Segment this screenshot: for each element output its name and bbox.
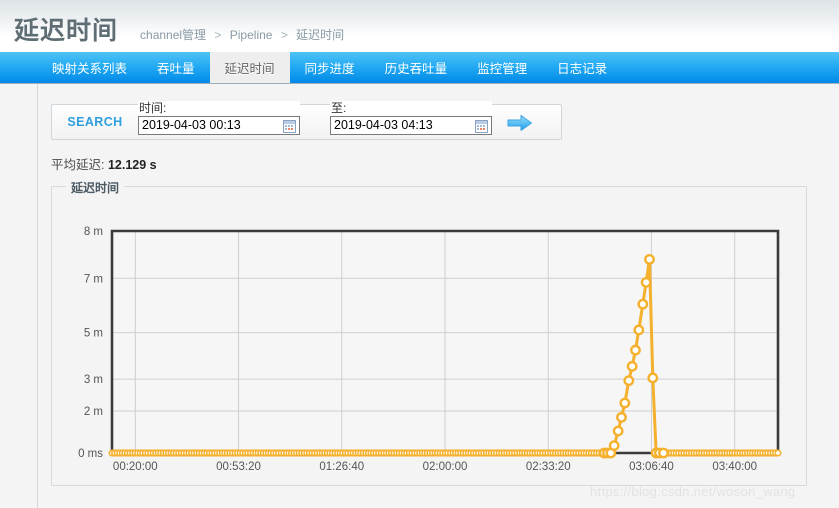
x-axis-tick-label: 02:00:00 — [423, 461, 468, 473]
arrow-right-icon[interactable] — [506, 113, 534, 133]
y-axis-tick-label: 8 m — [84, 226, 103, 238]
breadcrumb-item-2: 延迟时间 — [296, 28, 345, 42]
y-axis-tick-label: 7 m — [84, 273, 103, 285]
x-axis-tick-label: 03:40:00 — [712, 461, 757, 473]
y-axis-tick-label: 5 m — [84, 328, 103, 340]
breadcrumb-separator: > — [280, 28, 288, 42]
from-date-field-group: 时间: 2019-04-03 00:13 — [138, 101, 300, 135]
x-axis-tick-label: 03:06:40 — [629, 461, 674, 473]
watermark: https://blog.csdn.net/woson_wang — [590, 484, 796, 499]
y-axis-tick-label: 3 m — [84, 374, 103, 386]
page-root: 延迟时间 channel管理 > Pipeline > 延迟时间 映射关系列表 … — [0, 0, 839, 508]
average-delay-value: 12.129 s — [107, 158, 157, 172]
content-panel: SEARCH 时间: 2019-04-03 00:13 至: 2019-04-0… — [37, 84, 839, 508]
page-header: 延迟时间 channel管理 > Pipeline > 延迟时间 — [0, 0, 839, 52]
average-delay: 平均延迟: 12.129 s — [51, 154, 157, 173]
breadcrumb-item-1[interactable]: Pipeline — [230, 28, 273, 42]
to-date-value: 2019-04-03 04:13 — [334, 118, 433, 132]
y-axis-tick-label: 2 m — [84, 406, 103, 418]
title-row: 延迟时间 channel管理 > Pipeline > 延迟时间 — [14, 11, 344, 47]
from-date-label: 时间: — [138, 101, 300, 115]
to-date-label: 至: — [330, 101, 492, 115]
to-date-field-group: 至: 2019-04-03 04:13 — [330, 101, 492, 135]
to-date-input[interactable]: 2019-04-03 04:13 — [330, 116, 492, 135]
breadcrumb: channel管理 > Pipeline > 延迟时间 — [140, 26, 344, 43]
tab-history-throughput[interactable]: 历史吞吐量 — [370, 52, 463, 83]
y-axis-tick-label: 0 ms — [78, 448, 103, 460]
average-delay-label: 平均延迟: — [51, 158, 105, 172]
page-title: 延迟时间 — [14, 17, 119, 45]
tab-monitor-management[interactable]: 监控管理 — [462, 52, 542, 83]
chart-panel: 延迟时间 0 ms 2 m3 m5 m7 m8 m 00:20:00 00:53:20… — [51, 179, 808, 487]
tab-bar: 映射关系列表 吞吐量 延迟时间 同步进度 历史吞吐量 监控管理 日志记录 — [0, 52, 839, 84]
breadcrumb-item-0[interactable]: channel管理 — [140, 28, 206, 42]
x-axis-tick-label: 00:53:20 — [216, 461, 261, 473]
search-button[interactable]: SEARCH — [57, 109, 133, 135]
x-axis-tick-label: 02:33:20 — [526, 461, 571, 473]
from-date-value: 2019-04-03 00:13 — [142, 118, 241, 132]
breadcrumb-separator: > — [214, 28, 222, 42]
x-axis-tick-label: 01:26:40 — [319, 461, 364, 473]
latency-chart[interactable]: 0 ms 2 m 3 m 5 m 7 m 8 m 00:20:00 00:53:20 01:26… — [52, 187, 808, 487]
tab-sync-progress[interactable]: 同步进度 — [290, 52, 370, 83]
latency-chart-svg[interactable]: 0 ms 2 m 3 m 5 m 7 m 8 m 00:20:00 00:53:20 01:26… — [52, 187, 808, 487]
search-bar: SEARCH 时间: 2019-04-03 00:13 至: 2019-04-0… — [51, 101, 562, 140]
tab-mapping-list[interactable]: 映射关系列表 — [37, 52, 142, 83]
x-axis-tick-label: 00:20:00 — [113, 461, 158, 473]
from-date-input[interactable]: 2019-04-03 00:13 — [138, 116, 300, 135]
calendar-icon[interactable] — [283, 120, 296, 133]
calendar-icon[interactable] — [475, 120, 488, 133]
tab-latency[interactable]: 延迟时间 — [209, 52, 290, 83]
tab-log-records[interactable]: 日志记录 — [542, 52, 622, 83]
tab-throughput[interactable]: 吞吐量 — [142, 52, 210, 83]
